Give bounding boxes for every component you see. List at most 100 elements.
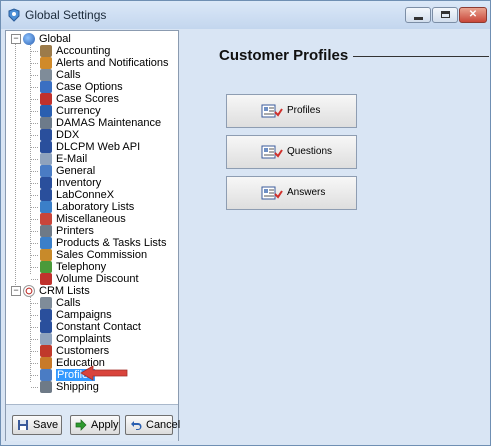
tree-line bbox=[31, 135, 38, 136]
tree-line bbox=[31, 219, 38, 220]
tree-item-web-api[interactable]: DLCPM Web API bbox=[40, 141, 140, 153]
misc-icon bbox=[40, 213, 52, 225]
profile-cards-icon bbox=[261, 186, 283, 200]
case-options-icon bbox=[40, 81, 52, 93]
education-icon bbox=[40, 357, 52, 369]
tree-node-global[interactable]: Global bbox=[23, 33, 71, 45]
tree-line bbox=[31, 327, 38, 328]
percent-icon bbox=[40, 273, 52, 285]
tree-line bbox=[31, 243, 38, 244]
crm-item-customers[interactable]: Customers bbox=[40, 345, 109, 357]
main-panel: Customer Profiles Profiles Questions Answe… bbox=[182, 30, 489, 443]
tree-item-maintenance[interactable]: DAMAS Maintenance bbox=[40, 117, 161, 129]
tree-line bbox=[31, 279, 38, 280]
crm-item-complaints[interactable]: Complaints bbox=[40, 333, 111, 345]
case-scores-icon bbox=[40, 93, 52, 105]
tree-line bbox=[31, 267, 38, 268]
settings-tree[interactable]: − Global Accounting Alerts and Notificati… bbox=[6, 31, 178, 403]
tree-node-crm-lists[interactable]: CRM Lists bbox=[23, 285, 90, 297]
tree-line bbox=[31, 255, 38, 256]
undo-icon bbox=[131, 421, 142, 430]
tree-item-accounting[interactable]: Accounting bbox=[40, 45, 110, 57]
tree-line bbox=[31, 183, 38, 184]
tree-line bbox=[31, 123, 38, 124]
tree-item-email[interactable]: E-Mail bbox=[40, 153, 87, 165]
tree-line bbox=[31, 147, 38, 148]
tile-answers-button[interactable]: Answers bbox=[226, 176, 357, 210]
tile-profiles-button[interactable]: Profiles bbox=[226, 94, 357, 128]
sales-commission-icon bbox=[40, 249, 52, 261]
tile-questions-button[interactable]: Questions bbox=[226, 135, 357, 169]
calls-icon bbox=[40, 69, 52, 81]
tree-line bbox=[31, 99, 38, 100]
tree-line bbox=[31, 171, 38, 172]
minimize-button[interactable] bbox=[405, 7, 431, 23]
tree-line bbox=[15, 39, 16, 287]
window-title: Global Settings bbox=[25, 8, 107, 22]
tree-line bbox=[31, 195, 38, 196]
tree-line bbox=[31, 231, 38, 232]
title-divider bbox=[353, 56, 489, 57]
crm-item-shipping[interactable]: Shipping bbox=[40, 381, 99, 393]
tree-line bbox=[31, 375, 38, 376]
crm-item-calls[interactable]: Calls bbox=[40, 297, 80, 309]
maximize-icon bbox=[441, 11, 450, 18]
floppy-icon bbox=[18, 420, 28, 430]
tree-line bbox=[31, 111, 38, 112]
tree-item-lab-lists[interactable]: Laboratory Lists bbox=[40, 201, 134, 213]
profile-cards-icon bbox=[261, 145, 283, 159]
tree-item-general[interactable]: General bbox=[40, 165, 95, 177]
tree-item-inventory[interactable]: Inventory bbox=[40, 177, 101, 189]
tree-item-labconnex[interactable]: LabConneX bbox=[40, 189, 114, 201]
tree-line bbox=[31, 75, 38, 76]
tree-item-ddx[interactable]: DDX bbox=[40, 129, 79, 141]
printer-icon bbox=[40, 225, 52, 237]
maintenance-icon bbox=[40, 117, 52, 129]
tree-line bbox=[31, 207, 38, 208]
apply-arrow-icon bbox=[75, 419, 87, 431]
accounting-icon bbox=[40, 45, 52, 57]
apply-button[interactable]: Apply bbox=[70, 415, 120, 435]
globe-icon bbox=[23, 33, 35, 45]
shipping-icon bbox=[40, 381, 52, 393]
tree-item-sales-commission[interactable]: Sales Commission bbox=[40, 249, 147, 261]
crm-item-constant-contact[interactable]: Constant Contact bbox=[40, 321, 141, 333]
title-bar[interactable]: Global Settings ✕ bbox=[1, 1, 490, 29]
constant-contact-icon bbox=[40, 321, 52, 333]
tree-item-percent[interactable]: Volume Discount bbox=[40, 273, 139, 285]
tree-line bbox=[31, 387, 38, 388]
save-button[interactable]: Save bbox=[12, 415, 62, 435]
tree-line bbox=[31, 303, 38, 304]
crm-item-campaigns[interactable]: Campaigns bbox=[40, 309, 112, 321]
tree-item-telephony[interactable]: Telephony bbox=[40, 261, 106, 273]
general-icon bbox=[40, 165, 52, 177]
crm-collapse-toggle[interactable]: − bbox=[11, 286, 21, 296]
global-collapse-toggle[interactable]: − bbox=[11, 34, 21, 44]
tree-line bbox=[31, 51, 38, 52]
maximize-button[interactable] bbox=[432, 7, 458, 23]
inventory-icon bbox=[40, 177, 52, 189]
close-button[interactable]: ✕ bbox=[459, 7, 487, 23]
tree-line bbox=[31, 159, 38, 160]
tree-line bbox=[31, 63, 38, 64]
tree-item-printer[interactable]: Printers bbox=[40, 225, 94, 237]
ddx-icon bbox=[40, 129, 52, 141]
cancel-button[interactable]: Cancel bbox=[125, 415, 180, 435]
tree-line bbox=[30, 293, 31, 382]
tree-item-case-scores[interactable]: Case Scores bbox=[40, 93, 119, 105]
telephony-icon bbox=[40, 261, 52, 273]
tree-item-calls[interactable]: Calls bbox=[40, 69, 80, 81]
tree-line bbox=[31, 339, 38, 340]
page-title: Customer Profiles bbox=[219, 47, 349, 64]
tree-item-products[interactable]: Products & Tasks Lists bbox=[40, 237, 166, 249]
tree-item-case-options[interactable]: Case Options bbox=[40, 81, 123, 93]
currency-icon bbox=[40, 105, 52, 117]
close-icon: ✕ bbox=[468, 9, 478, 20]
tree-line bbox=[31, 315, 38, 316]
annotation-arrow bbox=[80, 365, 128, 381]
tree-item-currency[interactable]: Currency bbox=[40, 105, 101, 117]
tree-item-misc[interactable]: Miscellaneous bbox=[40, 213, 126, 225]
calls-icon bbox=[40, 297, 52, 309]
tree-item-alert[interactable]: Alerts and Notifications bbox=[40, 57, 169, 69]
action-bar: Save Apply Cancel bbox=[6, 404, 180, 441]
